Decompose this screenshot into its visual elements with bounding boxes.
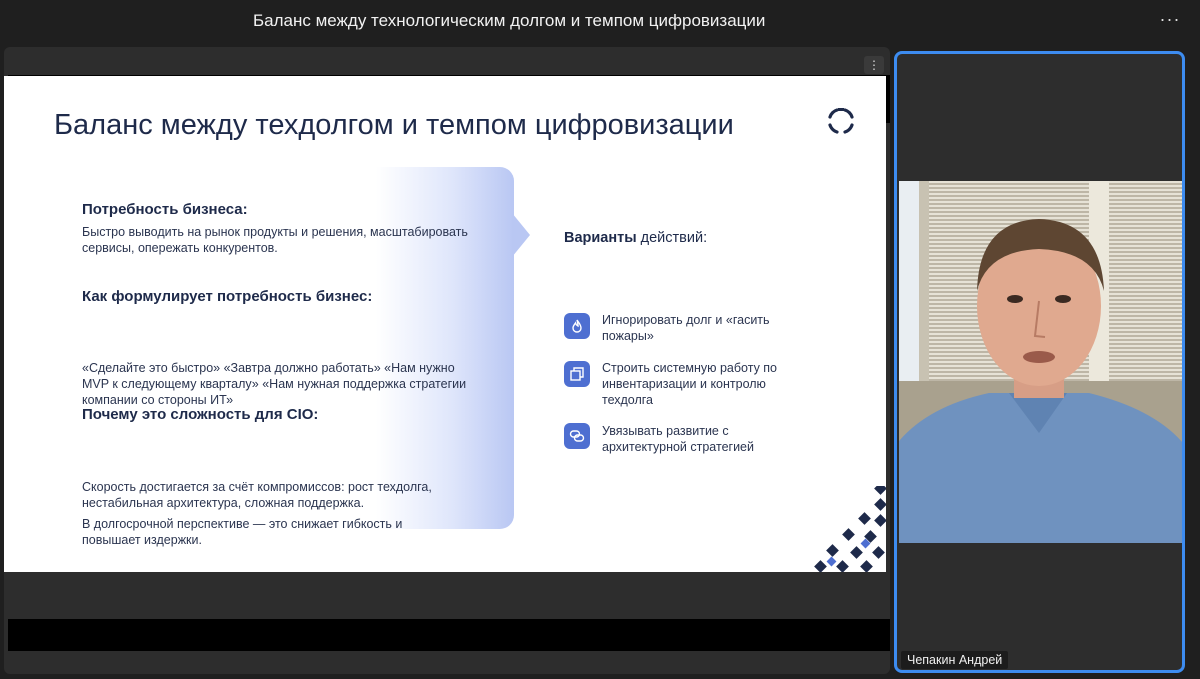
participant-name-tag: Чепакин Андрей bbox=[901, 651, 1009, 669]
decorative-diamonds-icon bbox=[814, 486, 886, 572]
section-text: Быстро выводить на рынок продукты и реше… bbox=[82, 225, 468, 255]
section-heading: Потребность бизнеса: bbox=[82, 201, 248, 218]
fire-drop-icon bbox=[564, 313, 590, 339]
meeting-title: Баланс между технологическим долгом и те… bbox=[253, 11, 766, 30]
more-options-icon[interactable]: ··· bbox=[1158, 10, 1182, 30]
gradient-arrow bbox=[512, 213, 530, 257]
participant-video bbox=[899, 181, 1182, 543]
link-icon bbox=[564, 423, 590, 449]
section-text: Скорость достигается за счёт компромиссо… bbox=[82, 480, 432, 510]
gradient-panel bbox=[376, 167, 514, 529]
meeting-top-bar: Баланс между технологическим долгом и те… bbox=[0, 0, 1200, 42]
option-text: Игнорировать долг и «гасить пожары» bbox=[602, 313, 770, 343]
inventory-icon bbox=[564, 361, 590, 387]
section-heading: Почему это сложность для CIO: bbox=[82, 406, 319, 423]
presentation-slide: Баланс между техдолгом и темпом цифровиз… bbox=[4, 76, 886, 572]
variants-heading: Варианты действий: bbox=[564, 230, 708, 246]
share-more-icon[interactable]: ⋮ bbox=[864, 56, 884, 74]
section-text: В долгосрочной перспективе — это снижает… bbox=[82, 517, 403, 547]
participant-video-tile[interactable]: Чепакин Андрей bbox=[894, 51, 1185, 673]
section-text: «Сделайте это быстро» «Завтра должно раб… bbox=[82, 361, 467, 407]
option-text: Увязывать развитие с архитектурной страт… bbox=[602, 424, 754, 454]
company-logo-icon bbox=[828, 108, 854, 134]
slide-title: Баланс между техдолгом и темпом цифровиз… bbox=[54, 109, 734, 141]
option-text: Строить системную работу по инвентаризац… bbox=[602, 361, 778, 407]
section-heading: Как формулирует потребность бизнес: bbox=[82, 288, 373, 305]
letterbox-bottom bbox=[8, 619, 890, 651]
participant-video-image bbox=[899, 181, 1182, 543]
